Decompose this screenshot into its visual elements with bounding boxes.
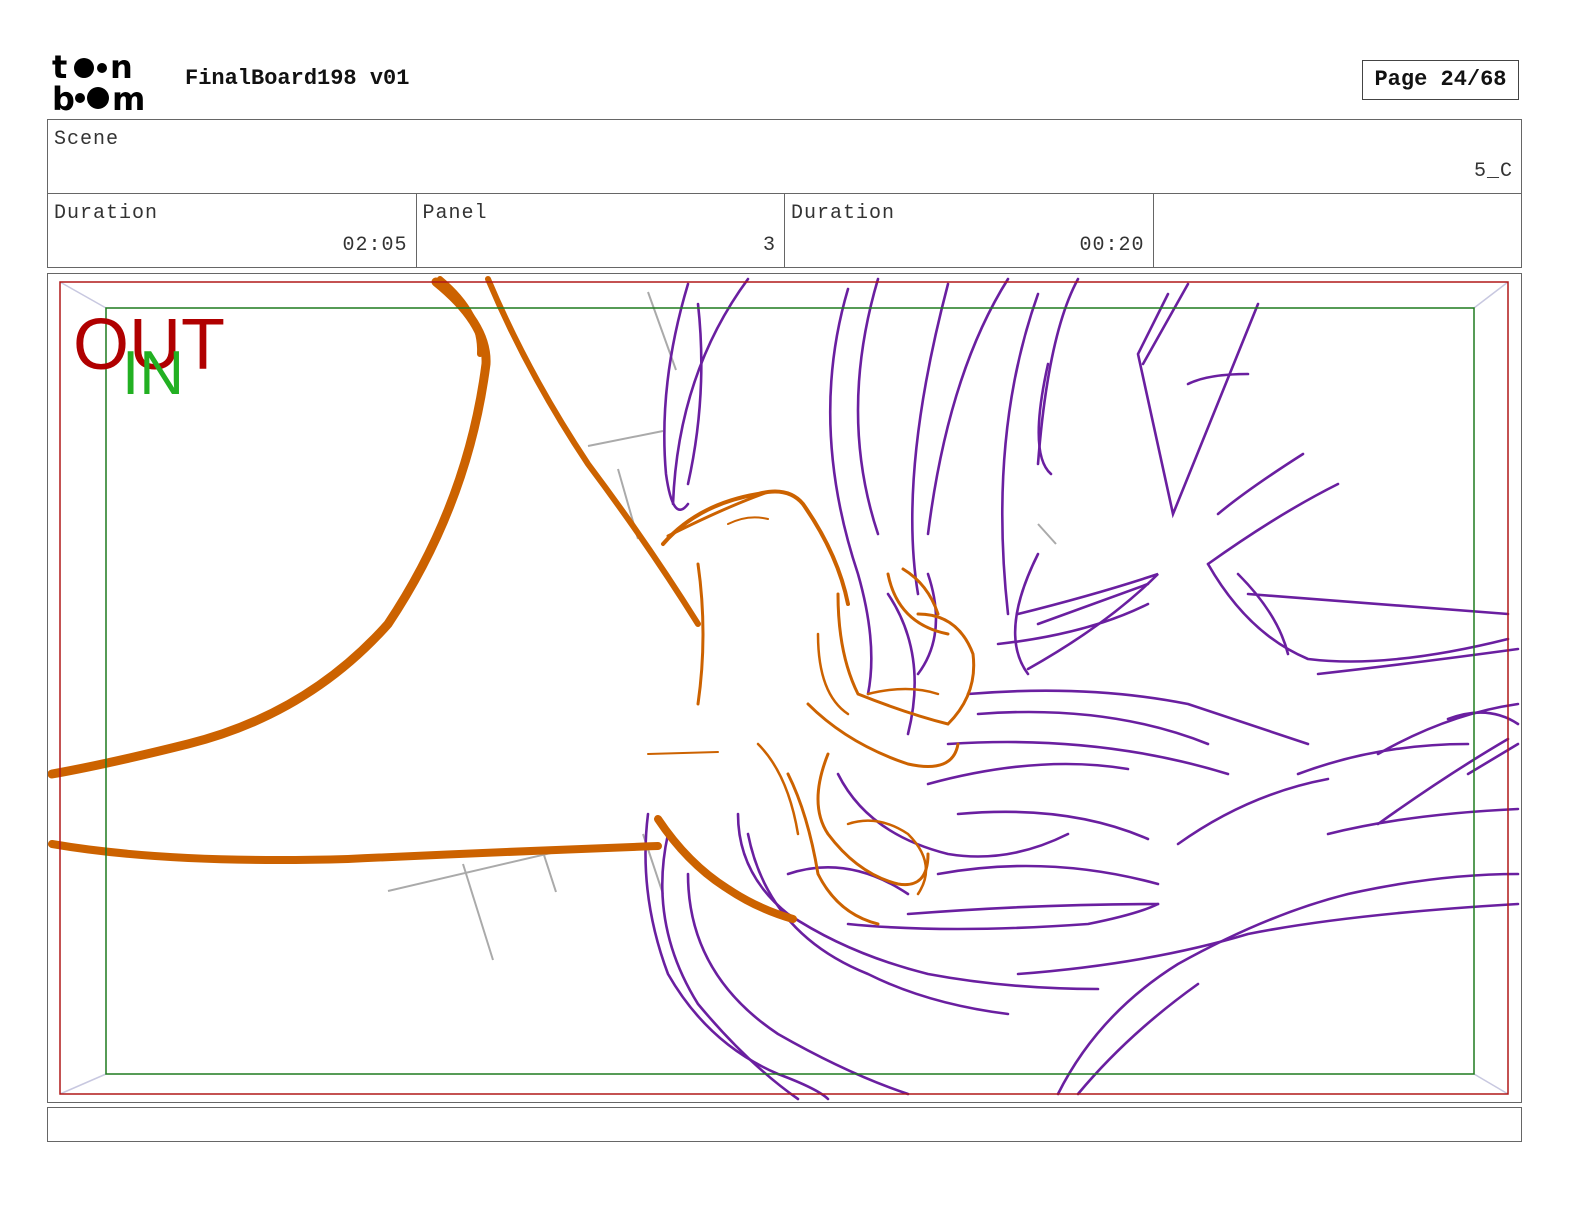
- panel-drawing: OUT IN: [48, 276, 1520, 1101]
- purple-sketch: [644, 277, 1520, 1101]
- panel-duration-label: Duration: [791, 202, 896, 225]
- in-label: IN: [122, 339, 184, 408]
- scene-value: 5_C: [1473, 160, 1513, 183]
- panel-duration-value: 00:20: [1079, 234, 1145, 257]
- scene-duration-label: Duration: [54, 202, 159, 225]
- svg-text:b: b: [52, 80, 75, 114]
- scene-duration-cell: Duration 02:05: [48, 194, 417, 267]
- storyboard-panel[interactable]: OUT IN: [47, 273, 1522, 1103]
- svg-text:m: m: [112, 80, 145, 114]
- out-safe-frame: [59, 281, 1509, 1095]
- page-number: Page 24/68: [1362, 60, 1519, 100]
- toonboom-logo: t n b m: [52, 50, 145, 114]
- panel-duration-cell: Duration 00:20: [785, 194, 1154, 267]
- panel-number-label: Panel: [422, 202, 488, 225]
- notes-field[interactable]: [47, 1107, 1522, 1142]
- scene-duration-value: 02:05: [342, 234, 408, 257]
- panel-number-cell: Panel 3: [417, 194, 785, 267]
- scene-label: Scene: [54, 128, 120, 151]
- panel-number-value: 3: [762, 234, 776, 257]
- board-title: FinalBoard198 v01: [185, 66, 410, 91]
- scene-field: Scene 5_C: [47, 119, 1522, 194]
- panel-info-row: Duration 02:05 Panel 3 Duration 00:20: [47, 193, 1522, 268]
- empty-cell: [1154, 194, 1522, 267]
- camera-guides: [59, 281, 1509, 1095]
